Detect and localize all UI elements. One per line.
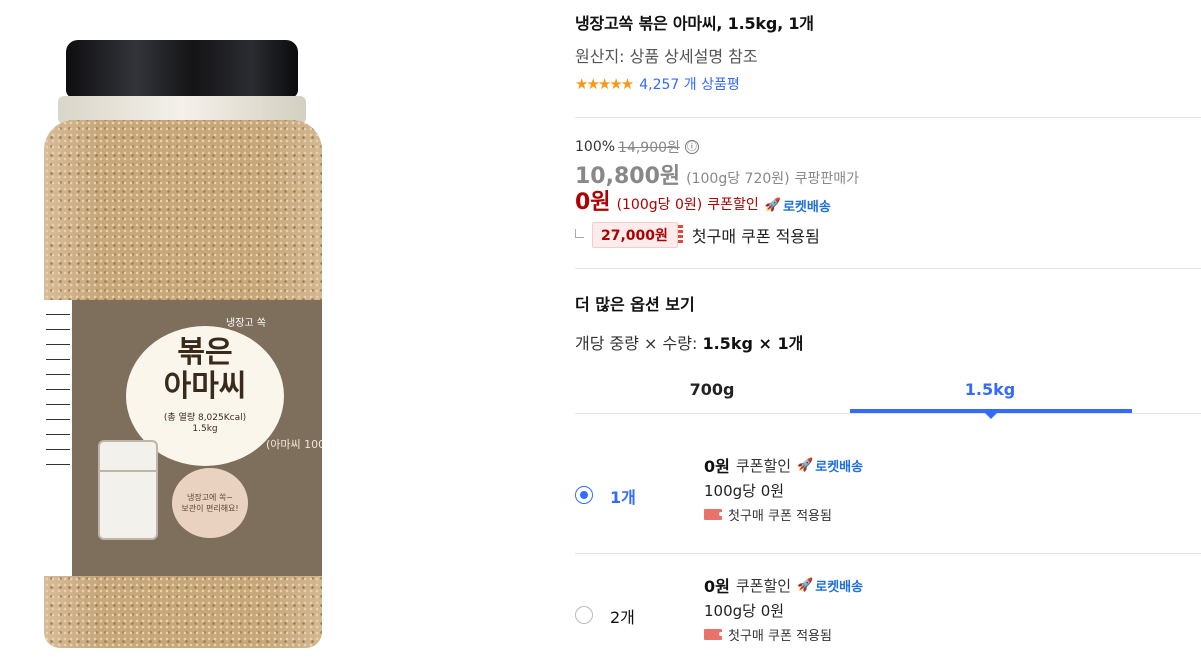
selection-value: 1.5kg × 1개 [702,334,804,353]
star-rating-icon: ★★★★★ [575,75,634,93]
first-purchase-text: 첫구매 쿠폰 적용됨 [691,227,820,246]
rocket-icon: 🚀 [797,577,814,593]
label-kcal: (총 열량 8,025Kcal) [163,413,247,423]
review-count-link[interactable]: 4,257 개 상품평 [639,74,740,94]
coupon-price-row: 0원 (100g당 0원) 쿠폰할인 🚀 로켓배송 [575,184,831,216]
rating-row[interactable]: ★★★★★ 4,257 개 상품평 [575,74,740,94]
info-icon[interactable]: ⓘ [684,140,699,154]
option-first-purchase: 첫구매 쿠폰 적용됨 [704,505,832,524]
option-unit-price: 100g당 0원 [704,482,785,500]
rocket-icon: 🚀 [764,198,781,213]
radio-button[interactable] [575,606,593,624]
coupon-label: 쿠폰할인 [707,197,759,213]
coupon-ticket-icon [704,629,723,640]
tab-1-5kg[interactable]: 1.5kg [850,380,1130,399]
option-row-2[interactable]: 2개 0원 쿠폰할인 🚀 로켓배송 100g당 0원 첫구매 쿠폰 적용됨 [575,560,1201,672]
label-title: 볶은 아마씨 [163,335,247,404]
coupon-ticket-icon [704,509,723,520]
original-price: 14,900원 [618,140,680,156]
jar-lid [66,40,298,98]
radio-button[interactable] [575,486,593,504]
rocket-delivery-badge: 🚀 로켓배송 [797,576,863,595]
option-qty[interactable]: 2개 [610,604,635,628]
option-first-purchase: 첫구매 쿠폰 적용됨 [704,625,832,644]
tab-700g[interactable]: 700g [572,380,852,399]
more-options-title: 더 많은 옵션 보기 [575,295,695,314]
option-first-text: 첫구매 쿠폰 적용됨 [728,629,832,644]
coupon-price: 0원 [575,190,611,215]
option-row-1[interactable]: 1개 0원 쿠폰할인 🚀 로켓배송 100g당 0원 첫구매 쿠폰 적용됨 [575,440,1201,552]
nutrition-strip [44,300,72,576]
discount-row: 100% 14,900원 ⓘ [575,137,699,157]
option-price: 0원 [704,577,730,596]
label-note: 냉장고에 쏙~ 보관이 편리해요! [172,468,248,538]
option-first-text: 첫구매 쿠폰 적용됨 [728,509,832,524]
option-qty[interactable]: 1개 [610,484,636,508]
discount-percent: 100% [575,139,616,155]
option-coupon-label: 쿠폰할인 [735,456,792,475]
jar-body: 냉장고 쏙 볶은 아마씨 (총 열량 8,025Kcal) 1.5kg (아마씨… [44,120,322,648]
rocket-delivery-badge: 🚀 로켓배송 [797,456,863,475]
divider [575,117,1201,118]
option-unit-price: 100g당 0원 [704,602,785,620]
first-purchase-row: 27,000원 첫구매 쿠폰 적용됨 [575,222,820,248]
option-price-row: 0원 쿠폰할인 🚀 로켓배송 [704,573,863,597]
rocket-label: 로켓배송 [815,579,864,595]
tab-caret-icon [985,413,997,419]
option-coupon-label: 쿠폰할인 [735,576,792,595]
product-origin: 원산지: 상품 상세설명 참조 [575,47,758,66]
divider [575,268,1201,269]
rocket-label: 로켓배송 [782,200,831,215]
rocket-label: 로켓배송 [815,459,864,475]
label-sub-text: 냉장고 쏙 [226,318,266,329]
option-price-row: 0원 쿠폰할인 🚀 로켓배송 [704,453,863,477]
coupon-unit-price: (100g당 0원) [616,197,703,213]
corner-arrow-icon [575,228,584,238]
rocket-delivery-badge: 🚀 로켓배송 [765,196,831,215]
selection-prefix: 개당 중량 × 수량: [575,334,703,353]
rocket-icon: 🚀 [797,457,814,473]
first-purchase-badge: 27,000원 [592,222,683,248]
product-image[interactable]: 냉장고 쏙 볶은 아마씨 (총 열량 8,025Kcal) 1.5kg (아마씨… [40,40,325,650]
fridge-icon [98,440,158,540]
label-side-text: (아마씨 100 [266,438,322,451]
option-price: 0원 [704,457,730,476]
label-weight: 1.5kg [192,424,218,434]
selection-summary: 개당 중량 × 수량: 1.5kg × 1개 [575,330,803,354]
divider [575,553,1201,554]
tab-divider [575,413,1201,414]
product-label: 냉장고 쏙 볶은 아마씨 (총 열량 8,025Kcal) 1.5kg (아마씨… [44,300,322,576]
product-title: 냉장고쏙 볶은 아마씨, 1.5kg, 1개 [575,14,814,33]
